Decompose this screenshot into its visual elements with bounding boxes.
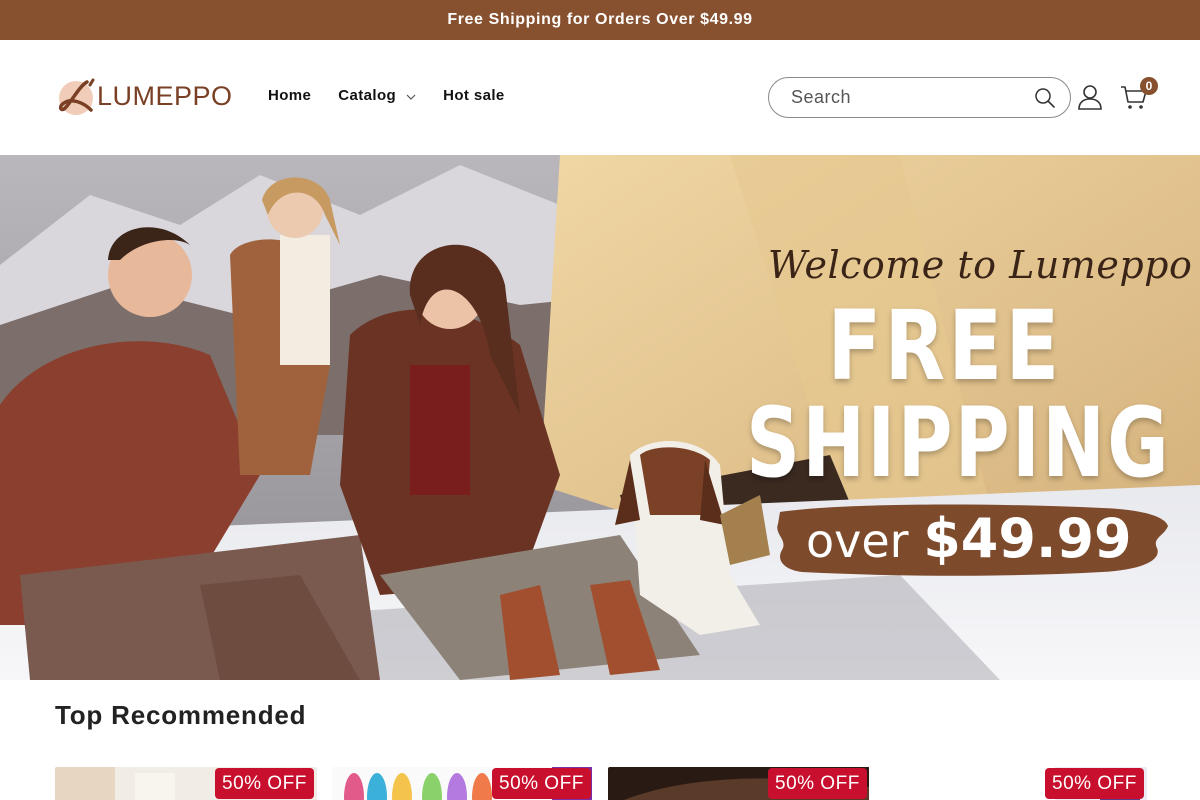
search-input[interactable]	[791, 87, 1021, 108]
announcement-bar: Free Shipping for Orders Over $49.99	[0, 0, 1200, 40]
nav-home-label: Home	[268, 87, 312, 104]
logo-mark-icon	[58, 78, 95, 115]
chevron-down-icon	[406, 87, 416, 104]
discount-badge: 50% OFF	[215, 768, 314, 799]
hero-over-prefix: over	[806, 514, 909, 568]
discount-badge: 50% OFF	[1045, 768, 1144, 799]
discount-badge: 50% OFF	[492, 768, 591, 799]
hero-headline-line2: SHIPPING	[746, 387, 1172, 499]
nav-hot-sale-label: Hot sale	[443, 87, 505, 104]
announcement-text: Free Shipping for Orders Over $49.99	[447, 11, 753, 28]
section-title: Top Recommended	[55, 700, 307, 730]
nav-catalog[interactable]: Catalog	[338, 87, 416, 104]
discount-badge: 50% OFF	[768, 768, 867, 799]
nav-hot-sale[interactable]: Hot sale	[443, 87, 505, 104]
hero-threshold-text: over $49.99	[806, 507, 1132, 570]
hero-welcome-text: Welcome to Lumeppo	[768, 243, 1193, 287]
hero-over-amount: $49.99	[923, 507, 1132, 570]
account-icon[interactable]	[1077, 84, 1103, 116]
search-box	[768, 77, 1071, 118]
site-logo[interactable]: LUMEPPO	[57, 76, 233, 116]
nav-catalog-label: Catalog	[338, 87, 397, 104]
hero-headline-line1: FREE	[827, 290, 1063, 402]
nav-home[interactable]: Home	[268, 87, 311, 104]
logo-text: LUMEPPO	[97, 80, 233, 111]
cart-count-badge: 0	[1140, 77, 1158, 95]
main-nav: Home Catalog Hot sale	[268, 87, 532, 104]
hero-banner[interactable]: Welcome to Lumeppo FREE SHIPPING over $4…	[0, 155, 1200, 680]
search-icon[interactable]	[1034, 87, 1056, 114]
site-header: LUMEPPO Home Catalog Hot sale 0	[0, 40, 1200, 155]
